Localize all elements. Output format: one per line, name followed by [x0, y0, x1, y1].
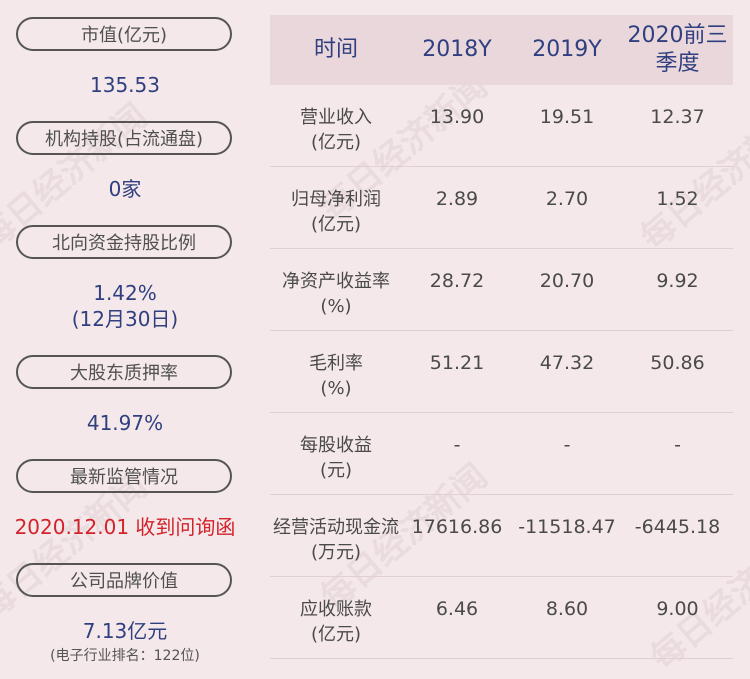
cell: 9.00 [656, 598, 699, 620]
row-label: 应收账款 (亿元) [300, 599, 372, 645]
table-row: 净资产收益率 (%) 28.72 20.70 9.92 [270, 249, 733, 331]
cell: 12.37 [650, 106, 705, 128]
cell: - [674, 434, 681, 456]
cell: 17616.86 [411, 516, 503, 538]
summary-panel: 市值(亿元) 135.53 机构持股(占流通盘) 0家 北向资金持股比例 1.4… [0, 0, 250, 678]
cell: 1.52 [656, 188, 699, 210]
brand-value-label: 公司品牌价值 [16, 563, 232, 597]
row-label: 营业收入 (亿元) [300, 107, 372, 153]
northbound-ratio-value: 1.42% [93, 281, 157, 305]
row-label: 每股收益 (元) [300, 435, 372, 481]
row-label: 净资产收益率 (%) [282, 271, 390, 317]
cell: 19.51 [539, 106, 595, 128]
regulation-value: 2020.12.01 收到问询函 [14, 515, 236, 539]
cell: - [563, 434, 571, 456]
table-row: 毛利率 (%) 51.21 47.32 50.86 [270, 331, 733, 413]
row-label: 毛利率 (%) [309, 353, 363, 399]
cell: 6.46 [435, 598, 479, 620]
table-row: 应收账款 (亿元) 6.46 8.60 9.00 [270, 577, 733, 659]
brand-value-value: 7.13亿元 [82, 619, 168, 643]
cell: 50.86 [650, 352, 705, 374]
header-2019: 2019Y [532, 37, 602, 62]
header-2020q3-line1: 2020前三 [627, 23, 728, 48]
table-row: 每股收益 (元) - - - [270, 413, 733, 495]
cell: 2.89 [435, 188, 479, 210]
cell: 9.92 [656, 270, 699, 292]
table-row: 营业收入 (亿元) 13.90 19.51 12.37 [270, 85, 733, 167]
regulation-label: 最新监管情况 [16, 459, 232, 493]
header-2020q3-line2: 季度 [655, 51, 700, 76]
cell: 8.60 [545, 598, 589, 620]
cell: 2.70 [545, 188, 589, 210]
financial-table: 时间 2018Y 2019Y 2020前三 季度 营业收入 (亿元) 13.90 … [270, 15, 733, 659]
table-header: 时间 2018Y 2019Y 2020前三 季度 [270, 15, 733, 85]
cell: -6445.18 [634, 516, 721, 538]
cell: - [453, 434, 461, 456]
northbound-ratio-date: (12月30日) [71, 307, 179, 331]
cell: 13.90 [429, 106, 485, 128]
cell: 51.21 [429, 352, 485, 374]
row-label: 经营活动现金流 (万元) [273, 517, 399, 563]
table-row: 经营活动现金流 (万元) 17616.86 -11518.47 -6445.18 [270, 495, 733, 577]
header-time: 时间 [313, 37, 358, 62]
market-cap-value: 135.53 [90, 73, 160, 97]
table-row: 归母净利润 (亿元) 2.89 2.70 1.52 [270, 167, 733, 249]
cell: 47.32 [539, 352, 595, 374]
pledge-ratio-value: 41.97% [86, 411, 164, 435]
institution-holding-value: 0家 [108, 177, 142, 201]
cell: -11518.47 [518, 516, 616, 538]
cell: 28.72 [429, 270, 485, 292]
institution-holding-label: 机构持股(占流通盘) [16, 121, 232, 155]
cell: 20.70 [539, 270, 595, 292]
header-2018: 2018Y [422, 37, 492, 62]
brand-value-rank: (电子行业排名：122位) [50, 648, 200, 664]
header-2020q3: 2020前三 季度 [622, 15, 733, 85]
pledge-ratio-label: 大股东质押率 [16, 355, 232, 389]
market-cap-label: 市值(亿元) [16, 17, 232, 51]
row-label: 归母净利润 (亿元) [291, 189, 381, 235]
northbound-ratio-label: 北向资金持股比例 [16, 225, 232, 259]
